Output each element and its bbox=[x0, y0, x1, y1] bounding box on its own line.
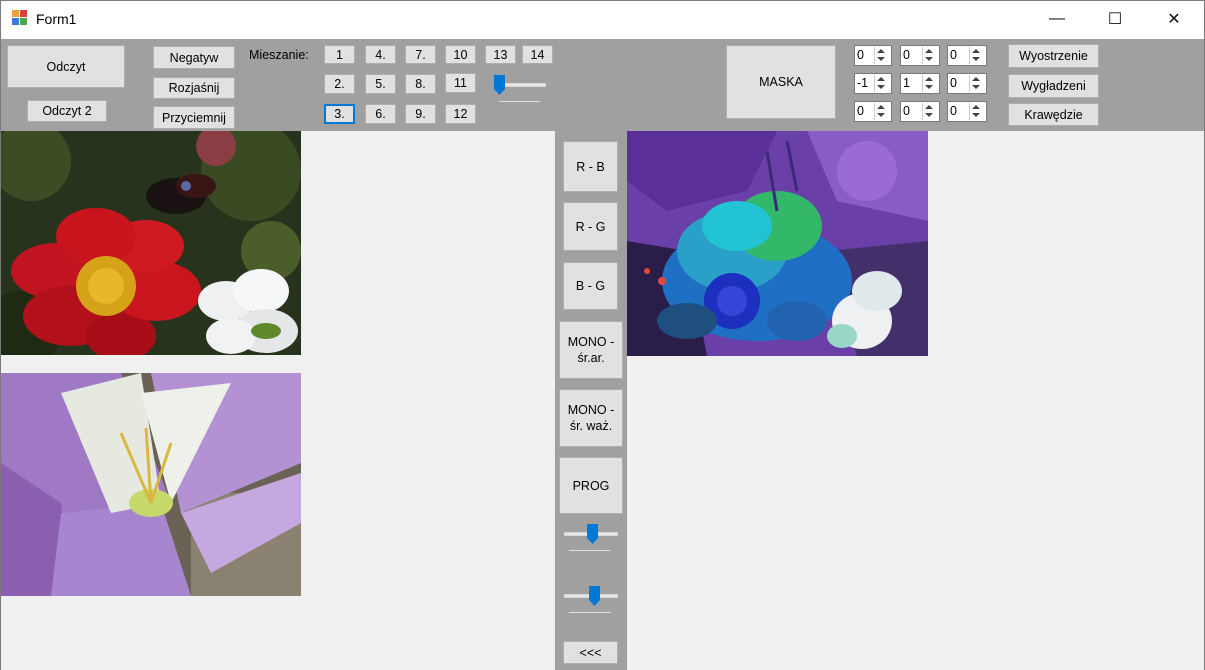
mix-button-10[interactable]: 10 bbox=[445, 45, 476, 64]
threshold-slider-ticks bbox=[569, 550, 611, 551]
window-title: Form1 bbox=[36, 11, 77, 27]
brighten-button[interactable]: Rozjaśnij bbox=[153, 77, 235, 99]
mask-value: 1 bbox=[903, 76, 910, 90]
mix-button-2[interactable]: 2. bbox=[324, 74, 355, 94]
mono-average-button[interactable]: MONO - śr.ar. bbox=[559, 321, 623, 379]
smooth-button[interactable]: Wygładzeni bbox=[1008, 74, 1099, 98]
mixing-label: Mieszanie: bbox=[249, 48, 309, 62]
mix-button-9[interactable]: 9. bbox=[405, 104, 436, 124]
mask-cell-2-0[interactable]: 0 bbox=[854, 101, 892, 122]
mask-value: 0 bbox=[857, 48, 864, 62]
mix-button-12[interactable]: 12 bbox=[445, 104, 476, 124]
darken-button[interactable]: Przyciemnij bbox=[153, 106, 235, 129]
mask-cell-0-1[interactable]: 0 bbox=[900, 45, 940, 66]
mix-button-5[interactable]: 5. bbox=[365, 74, 396, 94]
mask-cell-2-2[interactable]: 0 bbox=[947, 101, 987, 122]
title-bar bbox=[0, 0, 1205, 39]
negative-button[interactable]: Negatyw bbox=[153, 46, 235, 69]
mask-value: 0 bbox=[903, 104, 910, 118]
source-image-2 bbox=[1, 373, 301, 596]
minimize-button[interactable]: — bbox=[1028, 0, 1086, 38]
app-icon bbox=[12, 10, 30, 26]
edges-button[interactable]: Krawędzie bbox=[1008, 103, 1099, 126]
mix-button-7[interactable]: 7. bbox=[405, 45, 436, 64]
mask-cell-1-2[interactable]: 0 bbox=[947, 73, 987, 94]
second-slider-ticks bbox=[569, 612, 611, 613]
mix-button-4[interactable]: 4. bbox=[365, 45, 396, 64]
threshold-button[interactable]: PROG bbox=[559, 457, 623, 514]
source-image-1 bbox=[1, 131, 301, 355]
mask-cell-1-0[interactable]: -1 bbox=[854, 73, 892, 94]
rg-button[interactable]: R - G bbox=[563, 202, 618, 251]
mask-button[interactable]: MASKA bbox=[726, 45, 836, 119]
back-button[interactable]: <<< bbox=[563, 641, 618, 664]
read-button[interactable]: Odczyt bbox=[7, 45, 125, 88]
mask-cell-0-2[interactable]: 0 bbox=[947, 45, 987, 66]
mix-button-6[interactable]: 6. bbox=[365, 104, 396, 124]
mask-cell-0-0[interactable]: 0 bbox=[854, 45, 892, 66]
mask-value: 0 bbox=[950, 48, 957, 62]
mix-button-13[interactable]: 13 bbox=[485, 45, 516, 64]
sharpen-button[interactable]: Wyostrzenie bbox=[1008, 44, 1099, 68]
mix-button-11[interactable]: 11 bbox=[445, 73, 476, 93]
result-image bbox=[627, 131, 928, 356]
mask-value: -1 bbox=[857, 76, 869, 90]
mask-cell-1-1[interactable]: 1 bbox=[900, 73, 940, 94]
mask-value: 0 bbox=[950, 76, 957, 90]
mix-button-3[interactable]: 3. bbox=[324, 104, 355, 124]
maximize-button[interactable]: ☐ bbox=[1086, 0, 1144, 38]
mask-value: 0 bbox=[857, 104, 864, 118]
mask-cell-2-1[interactable]: 0 bbox=[900, 101, 940, 122]
mix-button-1[interactable]: 1 bbox=[324, 45, 355, 64]
close-button[interactable]: ✕ bbox=[1145, 0, 1203, 38]
mask-value: 0 bbox=[903, 48, 910, 62]
mix-button-14[interactable]: 14 bbox=[522, 45, 553, 64]
read2-button[interactable]: Odczyt 2 bbox=[27, 100, 107, 122]
mono-weighted-button[interactable]: MONO - śr. waż. bbox=[559, 389, 623, 447]
bg-button[interactable]: B - G bbox=[563, 262, 618, 310]
mix-button-8[interactable]: 8. bbox=[405, 74, 436, 94]
mask-value: 0 bbox=[950, 104, 957, 118]
rb-button[interactable]: R - B bbox=[563, 141, 618, 192]
mix-slider-ticks bbox=[499, 101, 540, 102]
